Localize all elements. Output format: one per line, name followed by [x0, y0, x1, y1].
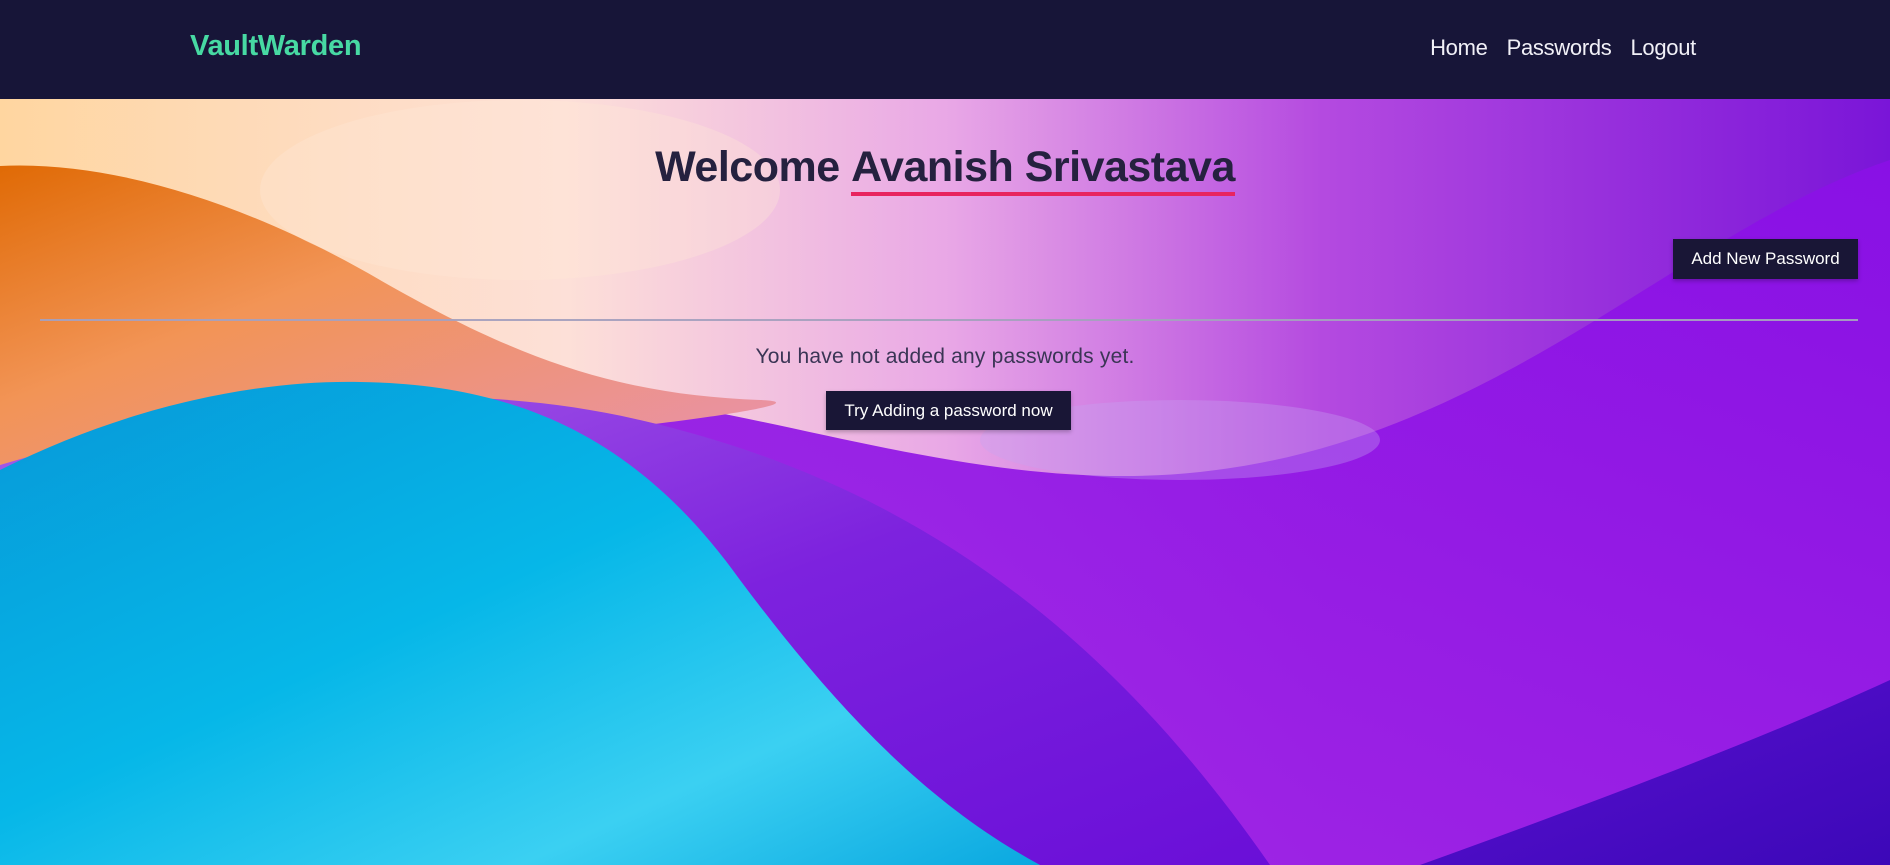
try-adding-password-button[interactable]: Try Adding a password now — [826, 391, 1071, 430]
add-new-password-button[interactable]: Add New Password — [1673, 239, 1858, 279]
welcome-heading: Welcome Avanish Srivastava — [0, 143, 1890, 197]
nav-links: Home Passwords Logout — [1430, 35, 1696, 61]
empty-state-message: You have not added any passwords yet. — [755, 345, 1135, 368]
brand-logo[interactable]: VaultWarden — [190, 30, 362, 63]
welcome-prefix: Welcome — [655, 143, 852, 191]
nav-link-logout[interactable]: Logout — [1631, 35, 1697, 61]
divider — [40, 319, 1858, 321]
navbar: VaultWarden Home Passwords Logout — [0, 0, 1890, 99]
nav-link-home[interactable]: Home — [1430, 35, 1488, 61]
main-content: Welcome Avanish Srivastava Add New Passw… — [0, 99, 1890, 865]
nav-link-passwords[interactable]: Passwords — [1507, 35, 1612, 61]
username: Avanish Srivastava — [851, 144, 1235, 197]
